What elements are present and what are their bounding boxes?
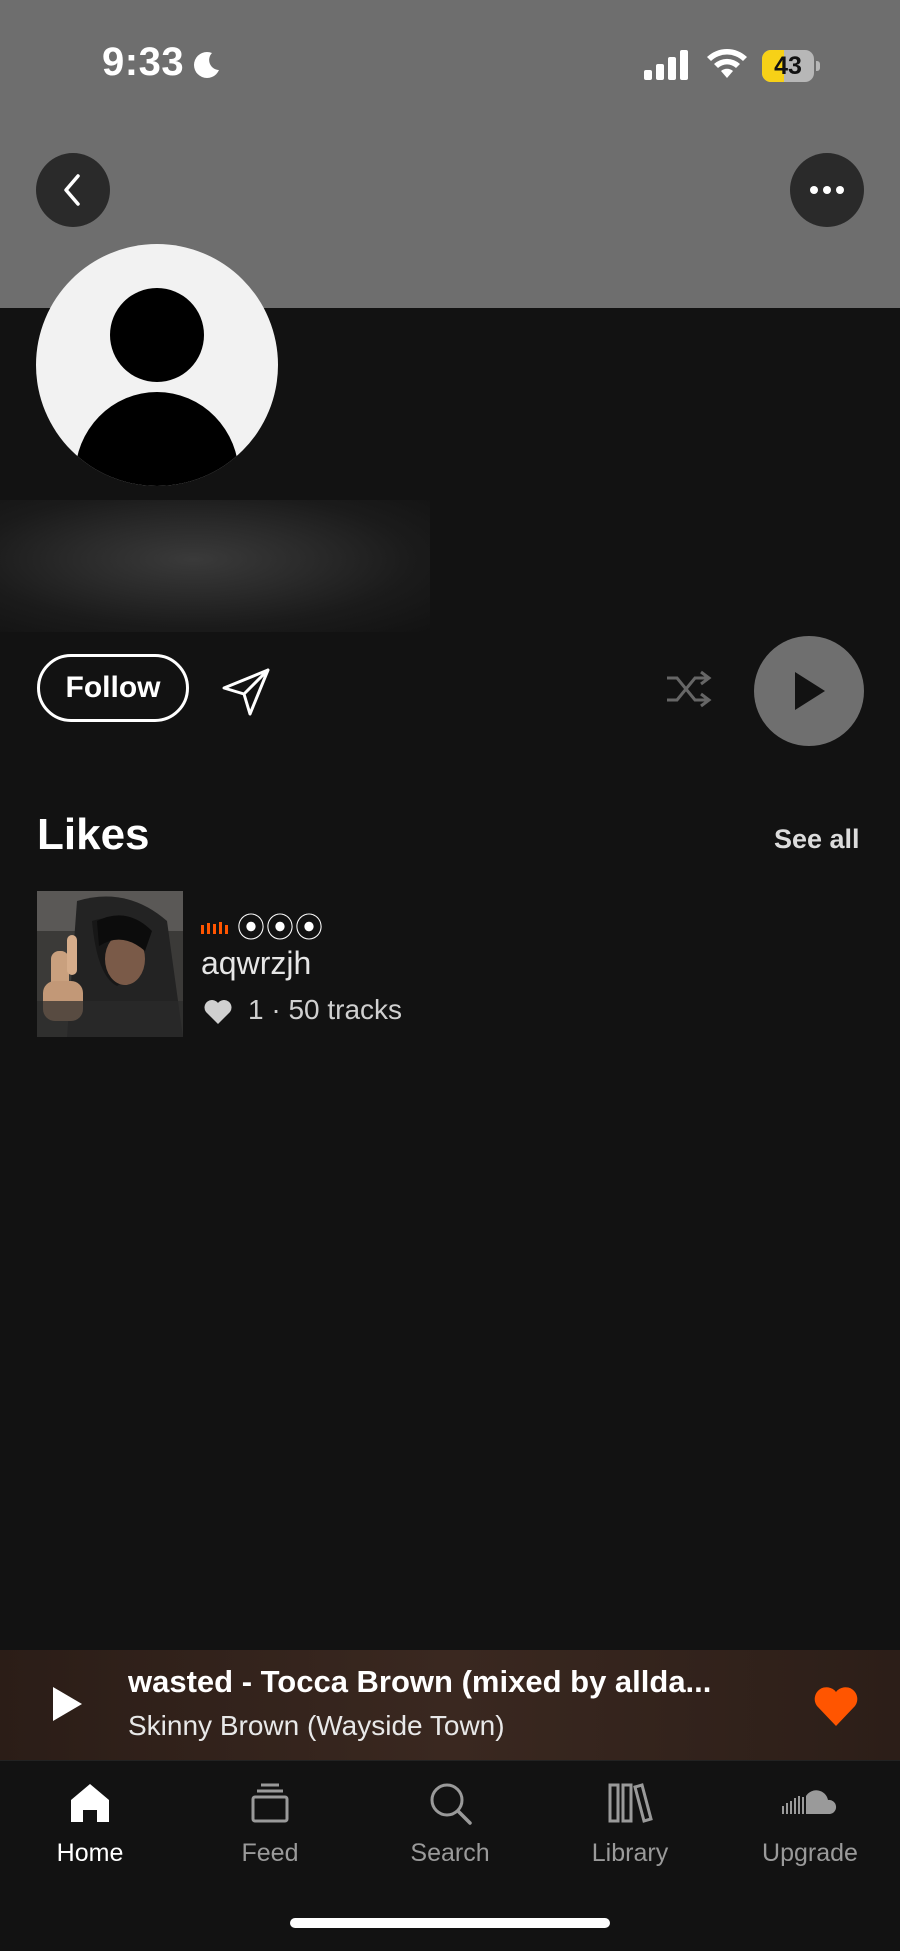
more-options-button[interactable] [790, 153, 864, 227]
moon-icon [192, 50, 222, 85]
playlist-artwork[interactable] [37, 891, 183, 1037]
tab-home-label: Home [56, 1839, 124, 1867]
profile-name-blurred [0, 500, 430, 632]
tab-search-label: Search [410, 1839, 490, 1867]
library-icon [607, 1775, 653, 1831]
chevron-left-icon [64, 174, 80, 206]
heart-filled-icon [814, 1687, 858, 1726]
artwork-image [37, 891, 183, 1037]
avatar[interactable] [36, 244, 278, 486]
default-user-icon [75, 288, 239, 486]
home-icon [67, 1775, 113, 1831]
tab-library-label: Library [591, 1839, 669, 1867]
battery-indicator: 43 [762, 50, 820, 82]
share-button[interactable] [220, 666, 272, 723]
likes-section-title: Likes [37, 810, 150, 859]
back-button[interactable] [36, 153, 110, 227]
tab-library[interactable]: Library [540, 1775, 720, 1885]
play-button[interactable] [754, 636, 864, 746]
status-time: 9:33 [102, 40, 185, 84]
home-indicator[interactable] [290, 1918, 610, 1928]
tab-search[interactable]: Search [360, 1775, 540, 1885]
tab-feed[interactable]: Feed [180, 1775, 360, 1885]
shuffle-icon [667, 670, 712, 708]
tab-upgrade-label: Upgrade [762, 1839, 858, 1867]
wifi-icon [706, 46, 748, 85]
play-icon [795, 672, 825, 710]
mini-player-artist[interactable]: Skinny Brown (Wayside Town) [128, 1710, 505, 1742]
play-icon [53, 1687, 82, 1721]
like-button[interactable] [812, 1684, 860, 1733]
tab-feed-label: Feed [241, 1839, 299, 1867]
upgrade-icon [780, 1775, 840, 1831]
see-all-link[interactable]: See all [774, 824, 860, 855]
cellular-signal-icon [644, 48, 692, 85]
playlist-tag: ⦿⦿⦿ [237, 912, 325, 943]
send-icon [222, 668, 270, 716]
search-icon [427, 1775, 473, 1831]
playlist-name[interactable]: aqwrzjh [201, 945, 311, 982]
mini-player-track-title[interactable]: wasted - Tocca Brown (mixed by allda... [128, 1664, 768, 1700]
tab-upgrade[interactable]: Upgrade [720, 1775, 900, 1885]
waveform-icon [201, 921, 229, 939]
tab-home[interactable]: Home [0, 1775, 180, 1885]
feed-icon [249, 1775, 291, 1831]
playlist-meta: 1 · 50 tracks [248, 994, 403, 1025]
shuffle-button[interactable] [665, 668, 713, 715]
mini-player-play-button[interactable] [50, 1685, 84, 1728]
follow-button[interactable]: Follow [37, 654, 189, 722]
battery-level: 43 [774, 52, 802, 80]
heart-icon [203, 998, 233, 1031]
more-icon [810, 186, 844, 194]
